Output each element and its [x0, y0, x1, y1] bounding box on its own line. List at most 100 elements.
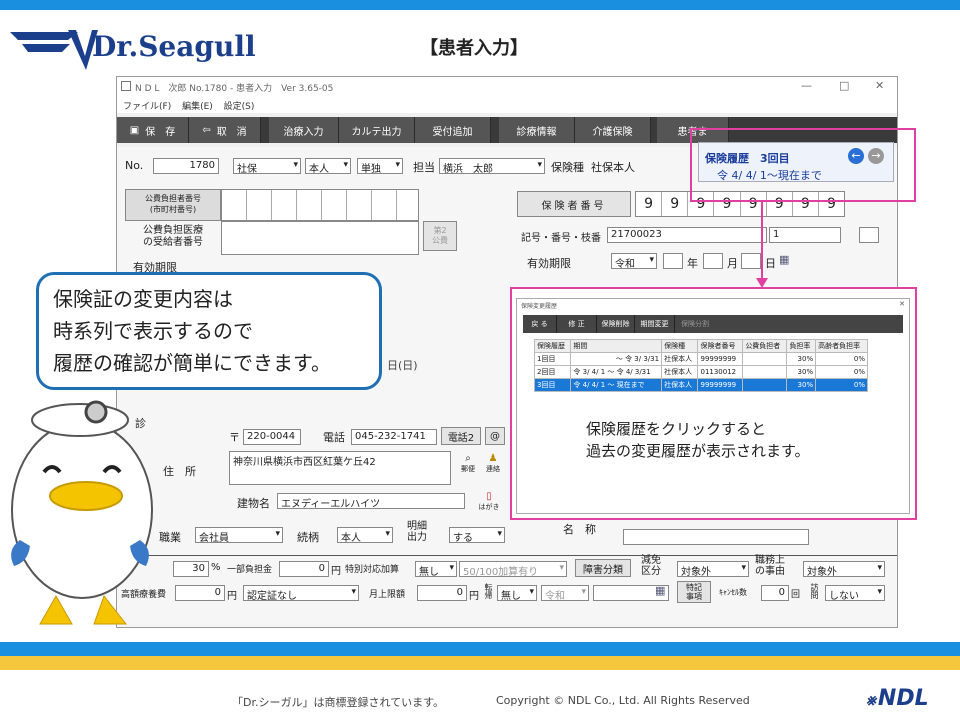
- renraku-button[interactable]: ♟ 連絡: [483, 453, 503, 474]
- col-kohi: 公費負担者: [742, 339, 788, 353]
- medical-info-button[interactable]: 診療情報: [499, 117, 575, 143]
- tenki-select[interactable]: 無し: [497, 585, 537, 602]
- yubin-button[interactable]: ⌕ 郵便: [459, 453, 477, 474]
- tel-label: 電話: [323, 431, 345, 444]
- meisai-select[interactable]: する: [449, 527, 505, 544]
- kogaku-field[interactable]: 0: [175, 585, 225, 601]
- care-insurance-button[interactable]: 介護保険: [575, 117, 651, 143]
- nintei-select[interactable]: 認定証なし: [243, 585, 359, 602]
- menu-file[interactable]: ファイル(F): [123, 102, 171, 112]
- gengaku-label: 減免 区分: [641, 555, 661, 577]
- footer-trademark: 「Dr.シーガル」は商標登録されています。: [232, 696, 445, 709]
- ichibu-yen: 円: [331, 566, 341, 577]
- shokumu-select[interactable]: 対象外: [803, 561, 885, 578]
- kohi-no-label: 公費負担者番号 (市町村番号): [145, 194, 201, 214]
- pct-label: %: [211, 562, 221, 573]
- kigo-number-field[interactable]: 1: [769, 227, 841, 243]
- hagaki-button[interactable]: ▯ はがき: [477, 491, 501, 512]
- menu-bar: ファイル(F) 編集(E) 設定(S): [117, 97, 897, 113]
- insurance-kind-select[interactable]: 社保: [233, 158, 301, 175]
- gengen-yen: 円: [469, 591, 479, 602]
- treatment-input-button[interactable]: 治療入力: [269, 117, 339, 143]
- no-label: No.: [125, 159, 144, 172]
- minimize-icon[interactable]: —: [801, 79, 812, 92]
- calendar-icon[interactable]: ▦: [779, 253, 789, 266]
- zokugara-select[interactable]: 本人: [337, 527, 393, 544]
- person-icon: ♟: [488, 453, 498, 464]
- calendar-icon-2[interactable]: ▦: [655, 584, 665, 597]
- cancel-button[interactable]: ⇦ 取 消: [189, 117, 261, 143]
- shokugyo-select[interactable]: 会社員: [195, 527, 283, 544]
- postal-field[interactable]: 220-0044: [243, 429, 301, 445]
- table-row-selected[interactable]: 3回目令 4/ 4/ 1 ～ 現在まで 社保本人 99999999 30% 0%: [533, 378, 868, 392]
- popup-period-button[interactable]: 期間変更: [635, 315, 675, 333]
- close-icon[interactable]: ✕: [875, 79, 884, 92]
- popup-titlebar: 保険変更履歴 ✕: [517, 299, 909, 311]
- gengaku-select[interactable]: 対象外: [677, 561, 749, 578]
- popup-delete-button[interactable]: 保険削除: [597, 315, 635, 333]
- gengen-field[interactable]: 0: [417, 585, 467, 601]
- seagull-mascot-icon: [11, 400, 153, 625]
- tokubetsu-select[interactable]: 無し: [415, 561, 457, 578]
- self-family-select[interactable]: 本人: [305, 158, 351, 175]
- table-row[interactable]: 2回目令 3/ 4/ 1 ～ 令 4/ 3/31 社保本人 01130012 30% 0…: [533, 365, 868, 379]
- top-stripe: [0, 0, 960, 10]
- menu-edit[interactable]: 編集(E): [182, 102, 213, 112]
- popup-note: 保険履歴をクリックすると 過去の変更履歴が表示されます。: [586, 418, 810, 462]
- maximize-icon[interactable]: □: [839, 79, 849, 92]
- patient-no-field[interactable]: 1780: [153, 158, 219, 174]
- save-button[interactable]: ▣ 保 存: [117, 117, 189, 143]
- cancel-count-label: ｷｬﾝｾﾙ数: [719, 588, 747, 597]
- hokenshu-label: 保険種: [551, 161, 584, 174]
- meisho-field[interactable]: [623, 529, 809, 545]
- popup-back-button[interactable]: 戻 る: [523, 315, 557, 333]
- homon-select[interactable]: しない: [825, 585, 885, 602]
- year-field[interactable]: [663, 253, 683, 269]
- kohi-no-header[interactable]: 公費負担者番号 (市町村番号): [125, 189, 221, 221]
- chart-output-button[interactable]: カルテ出力: [339, 117, 415, 143]
- callout-line-2: 時系列で表示するので: [53, 319, 253, 343]
- kigo-label: 記号・番号・枝番: [521, 233, 601, 244]
- popup-title: 保険変更履歴: [521, 303, 558, 310]
- futan-pct-field[interactable]: 30: [173, 561, 209, 577]
- shogai-button[interactable]: 障害分類: [575, 559, 631, 577]
- hokensha-no-button[interactable]: 保険者番号: [517, 191, 631, 217]
- history-table: 保険履歴 期間 保険種 保険者番号 公費負担者 負担率 高齢者負担率 1回目～ …: [533, 339, 868, 392]
- connector-arrow: [756, 200, 768, 288]
- month-field[interactable]: [703, 253, 723, 269]
- table-row[interactable]: 1回目～ 令 3/ 3/31 社保本人 99999999 30% 0%: [533, 352, 868, 366]
- tel2-button[interactable]: 電話2: [441, 427, 481, 445]
- postcard-icon: ▯: [486, 491, 492, 502]
- popup-edit-button[interactable]: 修 正: [557, 315, 597, 333]
- menu-settings[interactable]: 設定(S): [224, 102, 255, 112]
- popup-split-button[interactable]: 保険分割: [675, 315, 715, 333]
- callout-line-3: 履歴の確認が簡単にできます。: [53, 351, 331, 375]
- kohi2-button[interactable]: 第2 公費: [423, 221, 457, 251]
- homon-label: 訪問: [810, 583, 819, 599]
- ichibu-field[interactable]: 0: [279, 561, 329, 577]
- tel-field[interactable]: 045-232-1741: [351, 429, 437, 445]
- edaban-field[interactable]: [859, 227, 879, 243]
- app-icon: [121, 81, 131, 91]
- email-button[interactable]: @: [485, 427, 505, 445]
- footer-copyright: Copyright © NDL Co., Ltd. All Rights Res…: [496, 694, 750, 707]
- add-reception-button[interactable]: 受付追加: [415, 117, 491, 143]
- kohi-recipient-field[interactable]: [221, 221, 419, 255]
- meisai-label: 明細 出力: [407, 521, 427, 543]
- tanto-label: 担当: [413, 161, 435, 174]
- cancel-count-field[interactable]: 0: [761, 585, 789, 601]
- address-field[interactable]: 神奈川県横浜市西区紅葉ケ丘42: [229, 451, 451, 485]
- window-titlebar: N D L 次郎 No.1780 - 患者入力 Ver 3.65-05: [117, 77, 897, 97]
- single-select[interactable]: 単独: [357, 158, 403, 175]
- save-icon: ▣: [129, 124, 140, 136]
- kohi-no-digits[interactable]: [221, 189, 419, 221]
- building-field[interactable]: エヌディーエルハイツ: [277, 493, 465, 509]
- kigo-field[interactable]: 21700023: [607, 227, 767, 243]
- popup-close-icon[interactable]: ✕: [899, 300, 905, 308]
- kohi-recipient-label: 公費負担医療 の受給者番号: [143, 225, 203, 248]
- tanto-select[interactable]: 横浜 太郎: [439, 158, 545, 175]
- tokki-button[interactable]: 特記 事項: [677, 581, 711, 603]
- era-select[interactable]: 令和: [611, 253, 657, 270]
- tenki-era-select[interactable]: 令和: [541, 585, 589, 602]
- kasan-select[interactable]: 50/100加算有り: [459, 561, 567, 578]
